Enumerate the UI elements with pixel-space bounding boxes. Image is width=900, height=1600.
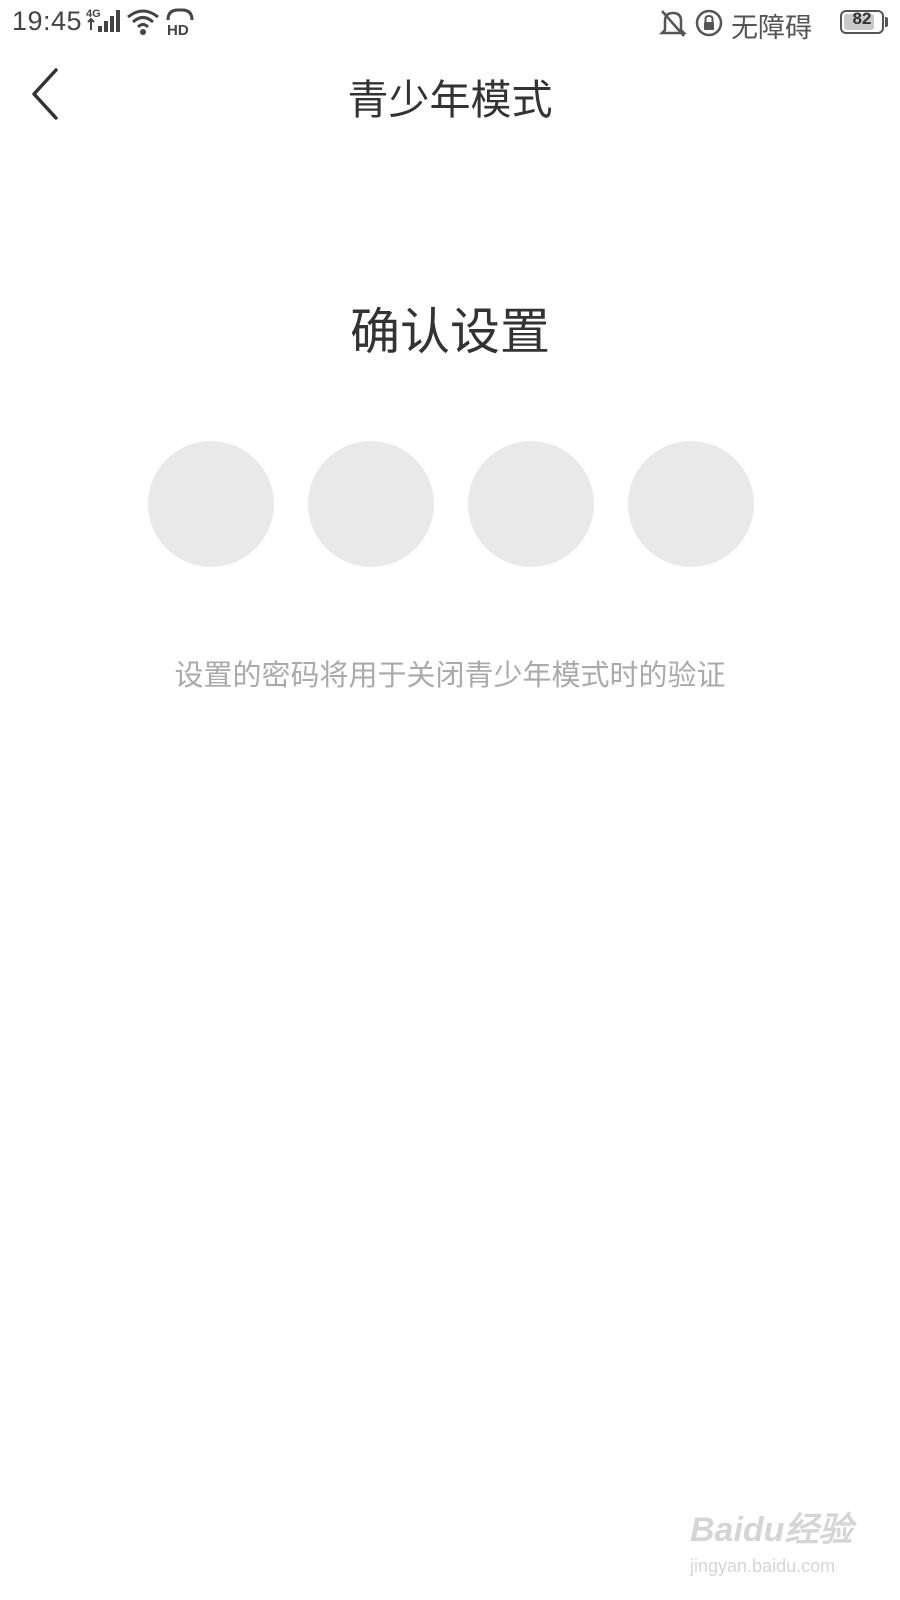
watermark-logo: Baidu经验 jingyan.baidu.com xyxy=(690,1500,880,1590)
nav-bar: 青少年模式 xyxy=(0,48,900,140)
pin-slot[interactable] xyxy=(308,441,434,567)
hd-icon: HD xyxy=(164,6,196,39)
watermark-url: jingyan.baidu.com xyxy=(690,1556,836,1576)
watermark-brand: Baidu经验 xyxy=(690,1511,853,1549)
silent-bell-icon xyxy=(658,8,688,38)
battery-tip xyxy=(885,17,888,27)
pin-input[interactable] xyxy=(148,441,754,567)
battery-level: 82 xyxy=(852,9,872,28)
battery-icon: 82 xyxy=(840,9,884,34)
password-hint: 设置的密码将用于关闭青少年模式时的验证 xyxy=(174,658,726,692)
hd-label: HD xyxy=(167,22,189,38)
signal-icon: 4G xyxy=(86,6,122,36)
status-time: 19:45 xyxy=(12,6,83,36)
page-title: 青少年模式 xyxy=(347,76,553,124)
accessibility-label: 无障碍 xyxy=(731,13,812,44)
confirm-heading: 确认设置 xyxy=(350,303,550,361)
wifi-icon xyxy=(126,8,160,36)
pin-slot[interactable] xyxy=(628,441,754,567)
lock-rotation-icon xyxy=(694,8,724,38)
pin-slot[interactable] xyxy=(468,441,594,567)
status-bar: 19:45 4G HD 无障碍 82 xyxy=(0,0,900,48)
network-type-label: 4G xyxy=(86,8,101,20)
pin-slot[interactable] xyxy=(148,441,274,567)
